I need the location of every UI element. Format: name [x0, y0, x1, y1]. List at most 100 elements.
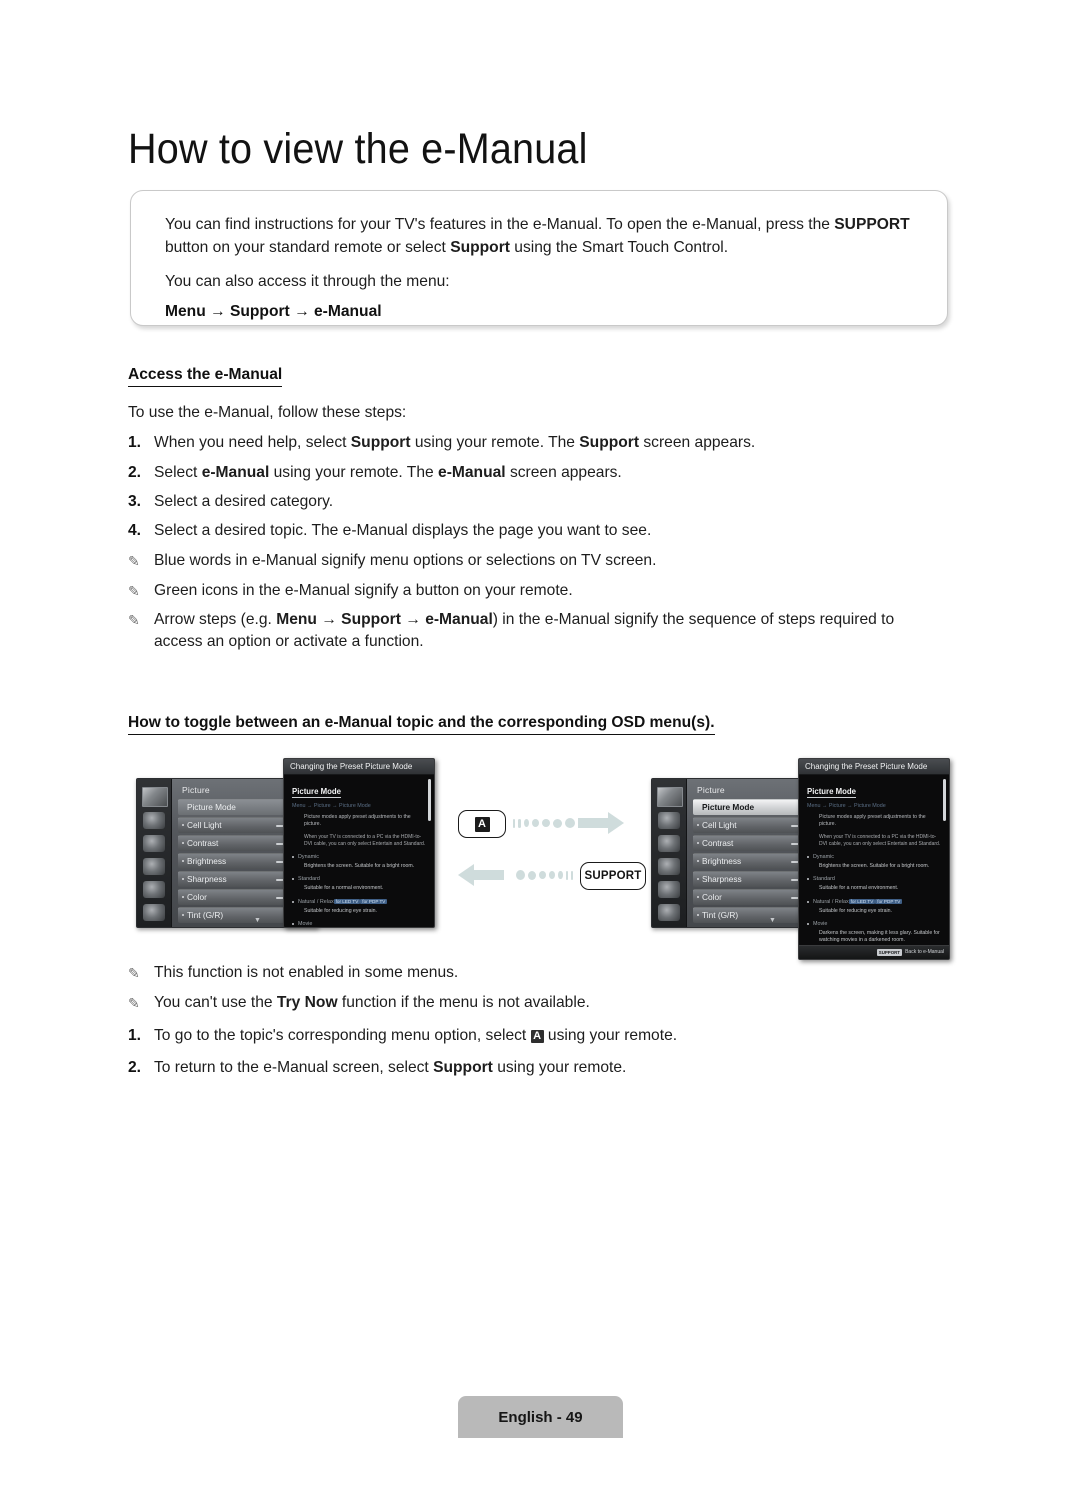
emanual-blocks-right: Dynamic Brightens the screen. Suitable fo… [807, 854, 941, 944]
numbered-step: 1. When you need help, select Support usi… [128, 432, 948, 454]
osd-scroll-caret-right[interactable]: ▼ [769, 917, 776, 924]
osd-icon-network[interactable] [143, 858, 165, 875]
emanual-footer-key[interactable]: SUPPORT [876, 949, 902, 956]
bullet-dot-icon [182, 824, 184, 826]
numbered-step: 3. Select a desired category. [128, 491, 948, 513]
osd-item-label: Color [702, 892, 722, 902]
osd-item-label: Cell Light [702, 820, 737, 830]
numbered-step: 1. To go to the topic's corresponding men… [128, 1025, 948, 1047]
osd-icon-picture[interactable] [657, 787, 683, 807]
osd-item-label: Picture Mode [187, 802, 236, 812]
note-item: ✎ Green icons in the e-Manual signify a b… [128, 580, 948, 602]
osd-icon-sound[interactable] [143, 812, 165, 829]
osd-item-label: Brightness [187, 856, 227, 866]
note-item: ✎ Arrow steps (e.g. Menu → Support → e-Ma… [128, 609, 948, 653]
arrow-to-emanual [458, 862, 576, 888]
toggle-section-heading: How to toggle between an e-Manual topic … [128, 714, 715, 735]
plain-text: using your remote. The [269, 464, 439, 481]
osd-scroll-caret-left[interactable]: ▼ [254, 917, 261, 924]
step-text: When you need help, select Support using… [154, 432, 755, 454]
emanual-footer-bar: SUPPORT Back to e-Manual [799, 945, 949, 959]
emanual-title-left: Changing the Preset Picture Mode [290, 761, 413, 771]
osd-item-label: Sharpness [187, 874, 227, 884]
emanual-bullet: Dynamic [807, 854, 941, 860]
emanual-scrollbar-left[interactable] [428, 779, 431, 821]
remote-support-button[interactable]: SUPPORT [580, 862, 646, 890]
support-menu-keyword: Support [450, 238, 510, 256]
osd-item-label: Tint (G/R) [187, 910, 224, 920]
emanual-scrollbar-right[interactable] [943, 779, 946, 821]
osd-icon-channel[interactable] [658, 835, 680, 852]
pencil-icon: ✎ [128, 583, 140, 599]
emanual-intro-right: Picture modes apply preset adjustments t… [819, 814, 926, 828]
numbered-step: 2. To return to the e-Manual screen, sele… [128, 1057, 948, 1079]
intro-text-e: using the Smart Touch Control. [509, 238, 729, 256]
osd-item-label: Picture Mode [702, 802, 755, 812]
emanual-blocks-left: Dynamic Brightens the screen. Suitable fo… [292, 854, 426, 927]
step-text: Select a desired category. [154, 491, 333, 513]
plain-text: Select a desired category. [154, 493, 334, 510]
bullet-dot-icon [182, 860, 184, 862]
emphasis-text: Support [433, 1059, 493, 1076]
plain-text: To go to the topic's corresponding menu … [154, 1027, 531, 1044]
emanual-bullet: Standard [292, 876, 426, 882]
plain-text: using your remote. [492, 1059, 627, 1076]
intro-callout-box: You can find instructions for your TV's … [130, 190, 948, 326]
osd-icon-sound[interactable] [658, 812, 680, 829]
access-lead-text: To use the e-Manual, follow these steps: [128, 404, 407, 421]
bullet-dot-icon [697, 824, 699, 826]
plain-text: Select [154, 464, 202, 481]
toggle-figure: Picture Picture Mode Cell Light Contrast Br… [128, 752, 950, 960]
page-footer-label: English - 49 [498, 1408, 583, 1426]
emanual-title-right: Changing the Preset Picture Mode [805, 761, 928, 771]
bullet-dot-icon [697, 842, 699, 844]
note-item: ✎ This function is not enabled in some me… [128, 962, 948, 984]
osd-icon-support[interactable] [658, 904, 680, 921]
emanual-titlebar-right: Changing the Preset Picture Mode [799, 759, 949, 775]
emanual-footer-text: Back to e-Manual [905, 949, 944, 956]
plain-text: Select a desired topic. The e-Manual dis… [154, 522, 652, 539]
bullet-dot-icon [182, 896, 184, 898]
osd-item-label: Sharpness [702, 874, 742, 884]
pencil-icon: ✎ [128, 612, 140, 628]
osd-item-label: Contrast [702, 838, 734, 848]
bullet-dot-icon [182, 878, 184, 880]
remote-a-button[interactable]: A [458, 810, 506, 838]
osd-item-label: Brightness [702, 856, 742, 866]
osd-icon-network[interactable] [658, 858, 680, 875]
bullet-dot-icon [697, 896, 699, 898]
plain-text: To return to the e-Manual screen, select [154, 1059, 434, 1076]
emanual-window-right: Changing the Preset Picture Mode Picture… [798, 758, 950, 960]
emanual-description: Suitable for reducing eye strain. [304, 907, 377, 914]
step-text: Arrow steps (e.g. Menu → Support → e-Man… [154, 609, 939, 653]
osd-icon-system[interactable] [143, 881, 165, 898]
step-text: You can't use the Try Now function if th… [154, 992, 590, 1014]
plain-text: When you need help, select [154, 434, 351, 451]
osd-sidebar-left [137, 779, 172, 927]
osd-icon-channel[interactable] [143, 835, 165, 852]
bullet-dot-icon [182, 842, 184, 844]
arrow-head-left [458, 864, 474, 886]
step-number: 2. [128, 464, 142, 481]
step-number: 1. [128, 434, 142, 451]
bullet-dot-icon [697, 914, 699, 916]
emanual-topic-title-left: Picture Mode [292, 787, 341, 798]
emphasis-text: e-Manual [201, 464, 270, 481]
menu-path: Menu → Support → e-Manual [165, 302, 382, 320]
osd-icon-system[interactable] [658, 881, 680, 898]
emphasis-text: Support [579, 434, 640, 451]
plain-text: using your remote. The [410, 434, 580, 451]
emanual-content-right: Picture Mode Menu → Picture → Picture Mo… [799, 775, 949, 944]
page-title: How to view the e-Manual [128, 125, 588, 173]
osd-icon-support[interactable] [143, 904, 165, 921]
emanual-bullet: Movie [807, 921, 941, 927]
step-text: Green icons in the e-Manual signify a bu… [154, 580, 573, 602]
osd-icon-picture[interactable] [142, 787, 168, 807]
plain-text: Green icons in the e-Manual signify a bu… [154, 582, 573, 599]
plain-text: screen appears. [505, 464, 622, 481]
intro-paragraph-2: You can also access it through the menu: [165, 273, 450, 290]
osd-item-label: Tint (G/R) [702, 910, 739, 920]
support-key-label: SUPPORT [584, 870, 642, 882]
plain-text: Arrow steps (e.g. [154, 611, 277, 628]
osd-item-label: Cell Light [187, 820, 222, 830]
